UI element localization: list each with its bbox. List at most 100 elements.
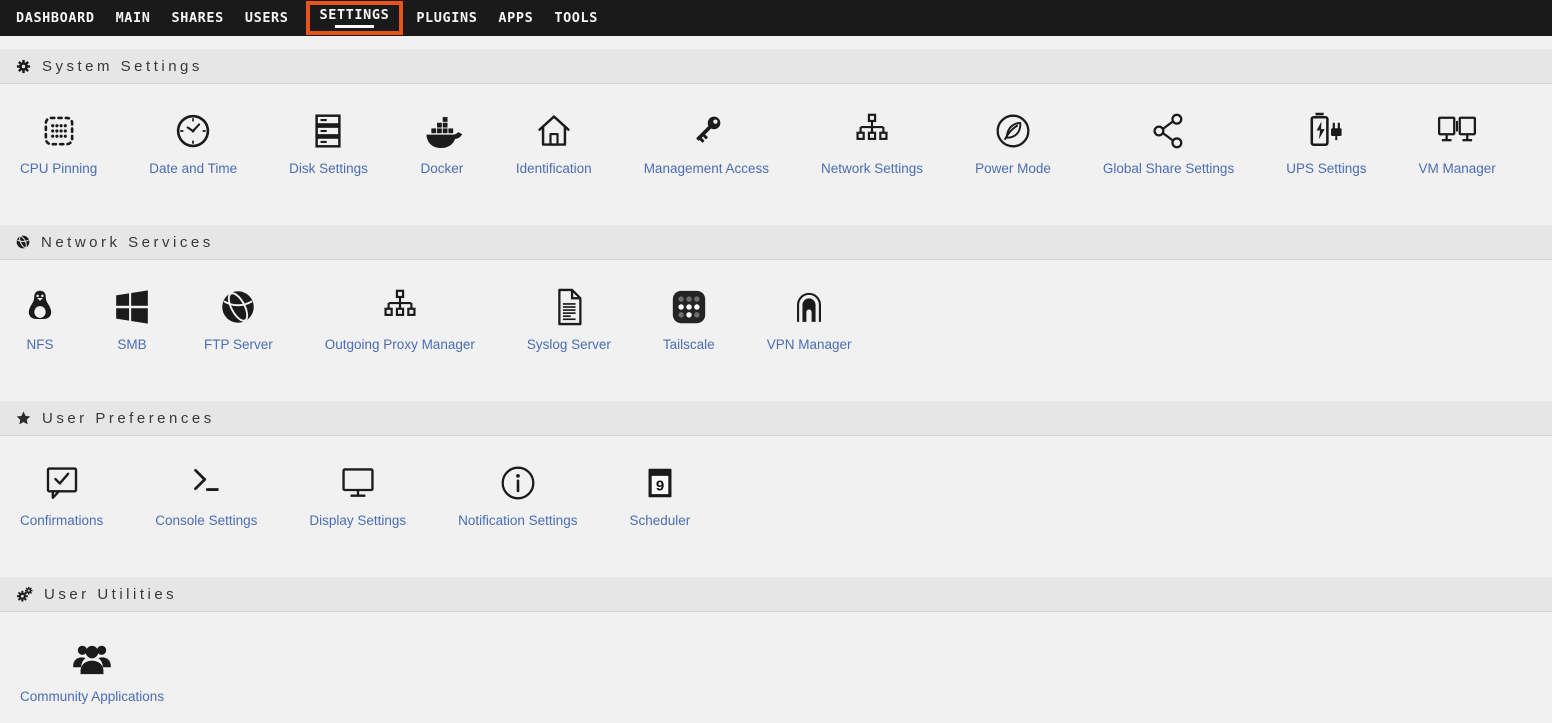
settings-item-ups-settings[interactable]: UPS Settings bbox=[1260, 108, 1392, 176]
settings-item-confirmations[interactable]: Confirmations bbox=[14, 460, 129, 528]
leaf-circle-icon bbox=[992, 108, 1034, 154]
item-label[interactable]: Tailscale bbox=[663, 337, 715, 352]
nav-item-label: PLUGINS bbox=[416, 10, 477, 26]
item-label[interactable]: VPN Manager bbox=[767, 337, 852, 352]
home-icon bbox=[533, 108, 575, 154]
item-label[interactable]: SMB bbox=[117, 337, 146, 352]
globe-filled-icon bbox=[217, 284, 259, 330]
settings-item-ftp-server[interactable]: FTP Server bbox=[178, 284, 299, 352]
settings-item-cpu-pinning[interactable]: CPU Pinning bbox=[14, 108, 123, 176]
item-label[interactable]: Identification bbox=[516, 161, 592, 176]
top-navigation: DASHBOARD MAIN SHARES USERS SETTINGS PLUGINS A… bbox=[0, 0, 1552, 36]
active-tab-underline bbox=[335, 25, 374, 28]
tux-icon bbox=[20, 284, 60, 330]
item-label[interactable]: Power Mode bbox=[975, 161, 1051, 176]
item-label[interactable]: Display Settings bbox=[309, 513, 406, 528]
item-label[interactable]: Community Applications bbox=[20, 689, 164, 704]
settings-item-network-settings[interactable]: Network Settings bbox=[795, 108, 949, 176]
item-label[interactable]: Global Share Settings bbox=[1103, 161, 1234, 176]
settings-item-power-mode[interactable]: Power Mode bbox=[949, 108, 1077, 176]
star-icon bbox=[15, 410, 32, 427]
key-icon bbox=[685, 108, 727, 154]
section-content-network-services: NFS SMB FTP Server Outgoing Proxy Manage… bbox=[0, 260, 1552, 401]
nav-item-dashboard[interactable]: DASHBOARD bbox=[16, 10, 95, 26]
nav-item-label: USERS bbox=[245, 10, 289, 26]
section-title: Network Services bbox=[41, 234, 214, 251]
nav-item-label: SHARES bbox=[171, 10, 223, 26]
item-label[interactable]: Docker bbox=[420, 161, 463, 176]
settings-item-global-share-settings[interactable]: Global Share Settings bbox=[1077, 108, 1260, 176]
item-label[interactable]: VM Manager bbox=[1419, 161, 1496, 176]
item-label[interactable]: Console Settings bbox=[155, 513, 257, 528]
settings-item-management-access[interactable]: Management Access bbox=[618, 108, 795, 176]
nav-item-label: APPS bbox=[498, 10, 533, 26]
battery-plug-icon bbox=[1304, 108, 1348, 154]
settings-page: System Settings CPU Pinning Date and Tim… bbox=[0, 49, 1552, 714]
item-label[interactable]: Scheduler bbox=[629, 513, 690, 528]
section-title: User Preferences bbox=[42, 410, 215, 427]
settings-item-syslog-server[interactable]: Syslog Server bbox=[501, 284, 637, 352]
settings-item-vpn-manager[interactable]: VPN Manager bbox=[741, 284, 878, 352]
section-header-system-settings: System Settings bbox=[0, 49, 1552, 84]
nav-item-label: MAIN bbox=[116, 10, 151, 26]
terminal-icon bbox=[185, 460, 227, 506]
monitor-icon bbox=[337, 460, 379, 506]
section-header-user-preferences: User Preferences bbox=[0, 401, 1552, 436]
settings-item-identification[interactable]: Identification bbox=[490, 108, 618, 176]
settings-item-display-settings[interactable]: Display Settings bbox=[283, 460, 432, 528]
settings-item-tailscale[interactable]: Tailscale bbox=[637, 284, 741, 352]
nav-item-label: SETTINGS bbox=[320, 7, 390, 23]
item-label[interactable]: CPU Pinning bbox=[20, 161, 97, 176]
log-file-icon bbox=[548, 284, 590, 330]
section-header-user-utilities: User Utilities bbox=[0, 577, 1552, 612]
item-label[interactable]: Disk Settings bbox=[289, 161, 368, 176]
item-label[interactable]: Date and Time bbox=[149, 161, 237, 176]
info-circle-icon bbox=[497, 460, 539, 506]
nav-item-users[interactable]: USERS bbox=[245, 10, 289, 26]
clock-icon bbox=[172, 108, 214, 154]
item-label[interactable]: Management Access bbox=[644, 161, 769, 176]
section-content-user-preferences: Confirmations Console Settings Display S… bbox=[0, 436, 1552, 577]
item-label[interactable]: Network Settings bbox=[821, 161, 923, 176]
docker-whale-icon bbox=[420, 108, 464, 154]
settings-item-notification-settings[interactable]: Notification Settings bbox=[432, 460, 603, 528]
settings-item-console-settings[interactable]: Console Settings bbox=[129, 460, 283, 528]
settings-item-outgoing-proxy-manager[interactable]: Outgoing Proxy Manager bbox=[299, 284, 501, 352]
sitemap-icon bbox=[379, 284, 421, 330]
settings-item-scheduler[interactable]: 9 Scheduler bbox=[603, 460, 716, 528]
calendar-icon: 9 bbox=[641, 460, 679, 506]
settings-item-disk-settings[interactable]: Disk Settings bbox=[263, 108, 394, 176]
cpu-pinning-icon bbox=[38, 108, 80, 154]
nav-item-settings[interactable]: SETTINGS bbox=[306, 1, 404, 35]
item-label[interactable]: FTP Server bbox=[204, 337, 273, 352]
users-group-icon bbox=[70, 636, 114, 682]
gears-icon bbox=[15, 586, 34, 603]
settings-item-nfs[interactable]: NFS bbox=[14, 284, 86, 352]
nav-item-main[interactable]: MAIN bbox=[116, 10, 151, 26]
item-label[interactable]: UPS Settings bbox=[1286, 161, 1366, 176]
nav-item-tools[interactable]: TOOLS bbox=[554, 10, 598, 26]
nav-item-plugins[interactable]: PLUGINS bbox=[416, 10, 477, 26]
item-label[interactable]: Notification Settings bbox=[458, 513, 577, 528]
settings-item-date-and-time[interactable]: Date and Time bbox=[123, 108, 263, 176]
item-label[interactable]: Confirmations bbox=[20, 513, 103, 528]
nav-gap bbox=[0, 36, 1552, 49]
dual-monitor-icon bbox=[1435, 108, 1479, 154]
windows-icon bbox=[112, 284, 152, 330]
svg-text:9: 9 bbox=[656, 478, 664, 495]
settings-item-docker[interactable]: Docker bbox=[394, 108, 490, 176]
section-header-network-services: Network Services bbox=[0, 225, 1552, 260]
settings-item-smb[interactable]: SMB bbox=[86, 284, 178, 352]
tailscale-icon bbox=[668, 284, 710, 330]
section-title: User Utilities bbox=[44, 586, 177, 603]
item-label[interactable]: NFS bbox=[27, 337, 54, 352]
section-content-user-utilities: Community Applications bbox=[0, 612, 1552, 714]
item-label[interactable]: Syslog Server bbox=[527, 337, 611, 352]
nav-item-shares[interactable]: SHARES bbox=[171, 10, 223, 26]
nav-item-apps[interactable]: APPS bbox=[498, 10, 533, 26]
chat-check-icon bbox=[41, 460, 83, 506]
settings-item-vm-manager[interactable]: VM Manager bbox=[1393, 108, 1522, 176]
globe-icon bbox=[15, 234, 31, 250]
settings-item-community-applications[interactable]: Community Applications bbox=[14, 636, 190, 704]
item-label[interactable]: Outgoing Proxy Manager bbox=[325, 337, 475, 352]
